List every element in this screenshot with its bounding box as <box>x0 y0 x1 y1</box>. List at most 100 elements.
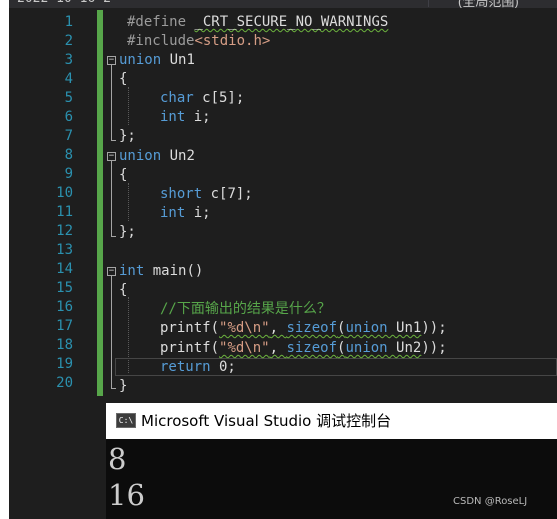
file-tab-label: 2022-10-16-2 <box>17 0 111 6</box>
change-tracking-bar <box>97 10 103 396</box>
keyword: int <box>119 263 145 279</box>
identifier: i; <box>185 109 211 125</box>
function-call: printf( <box>160 320 220 336</box>
line-number: 8 <box>64 147 73 163</box>
line-number: 7 <box>64 128 73 144</box>
line-number: 12 <box>56 223 73 239</box>
indent-guide <box>128 87 129 125</box>
keyword: union <box>345 320 388 336</box>
fold-end-mark <box>111 140 116 141</box>
keyword: sizeof <box>286 340 338 356</box>
code-line-10[interactable]: short c[7]; <box>160 185 253 204</box>
console-title-bar[interactable]: C:\ Microsoft Visual Studio 调试控制台 <box>106 403 557 439</box>
file-tab[interactable]: 2022-10-16-2 <box>9 0 429 7</box>
preprocessor-directive: #include <box>127 33 195 49</box>
line-number: 5 <box>64 90 73 106</box>
code-line-12[interactable]: }; <box>119 223 136 242</box>
code-line-4[interactable]: { <box>119 70 127 89</box>
line-number: 18 <box>56 337 73 353</box>
code-line-5[interactable]: char c[5]; <box>160 89 244 108</box>
line-number: 13 <box>56 242 73 258</box>
code-line-6[interactable]: int i; <box>160 108 211 127</box>
function-call: printf( <box>160 340 220 356</box>
brace: { <box>119 167 128 183</box>
code-line-11[interactable]: int i; <box>160 204 211 223</box>
console-app-icon: C:\ <box>116 413 136 428</box>
line-number: 1 <box>64 14 73 30</box>
code-line-2[interactable]: #include<stdio.h> <box>119 32 270 51</box>
code-line-17[interactable]: printf("%d\n", sizeof(union Un1)); <box>160 319 447 338</box>
line-number: 14 <box>56 261 73 277</box>
line-number: 15 <box>56 280 73 296</box>
indent-guide <box>128 183 129 221</box>
macro-name: _CRT_SECURE_NO_WARNINGS <box>194 14 389 30</box>
identifier: Un2 <box>387 340 422 356</box>
code-line-15[interactable]: { <box>119 281 127 300</box>
line-number: 4 <box>64 71 73 87</box>
code-line-3[interactable]: union Un1 <box>119 51 195 70</box>
collapse-icon[interactable]: − <box>107 267 116 276</box>
fold-end-mark <box>111 388 116 389</box>
collapse-icon[interactable]: − <box>107 56 116 65</box>
scope-dropdown[interactable]: (全局范围) <box>430 0 557 8</box>
code-line-20[interactable]: } <box>119 377 127 396</box>
line-number: 11 <box>56 204 73 220</box>
line-number: 3 <box>64 52 73 68</box>
fold-guide-line <box>111 65 112 140</box>
identifier: Un1 <box>387 320 422 336</box>
keyword: short <box>160 186 203 202</box>
keyword: return <box>160 359 211 375</box>
keyword: union <box>119 52 162 68</box>
line-number: 17 <box>56 318 73 334</box>
line-number-gutter: 1 2 3 4 5 6 7 8 9 10 11 12 13 14 15 16 1… <box>9 10 105 519</box>
brace: } <box>119 378 128 394</box>
code-editor-window: 2022-10-16-2 (全局范围) 1 2 3 4 5 6 7 8 9 10… <box>9 0 557 519</box>
include-path: <stdio.h> <box>194 33 271 49</box>
format-string: "%d\n" <box>219 320 270 336</box>
comment: //下面输出的结果是什么？ <box>160 301 331 317</box>
collapse-icon[interactable]: − <box>107 152 116 161</box>
line-number: 19 <box>56 356 73 372</box>
fold-guide-line <box>111 276 112 388</box>
identifier: c[7]; <box>202 186 253 202</box>
punctuation: )); <box>421 340 447 356</box>
keyword: char <box>160 90 194 106</box>
code-line-18[interactable]: printf("%d\n", sizeof(union Un2)); <box>160 339 447 358</box>
code-line-14[interactable]: int main() <box>119 262 203 281</box>
code-line-1[interactable]: #define _CRT_SECURE_NO_WARNINGS <box>119 13 388 32</box>
keyword: union <box>119 148 162 164</box>
keyword: sizeof <box>286 320 338 336</box>
fold-end-mark <box>111 236 116 237</box>
identifier: main() <box>144 263 204 279</box>
fold-guide-line <box>111 161 112 236</box>
keyword: union <box>345 340 388 356</box>
code-line-19[interactable]: return 0; <box>160 358 236 377</box>
line-number: 9 <box>64 166 73 182</box>
watermark: CSDN @RoseLJ <box>453 496 528 507</box>
console-output-line: 16 <box>108 478 145 512</box>
code-line-8[interactable]: union Un2 <box>119 147 195 166</box>
identifier: c[5]; <box>193 90 245 106</box>
code-line-7[interactable]: }; <box>119 127 136 146</box>
editor-tab-bar: 2022-10-16-2 (全局范围) <box>9 0 557 8</box>
brace: { <box>119 282 128 298</box>
code-line-16[interactable]: //下面输出的结果是什么？ <box>160 300 331 319</box>
identifier: Un1 <box>161 52 195 68</box>
scope-dropdown-label: (全局范围) <box>458 0 519 8</box>
console-output-line: 8 <box>108 442 127 476</box>
punctuation: , <box>269 320 287 336</box>
line-number: 20 <box>56 375 73 391</box>
keyword: int <box>160 109 186 125</box>
punctuation: , <box>269 340 287 356</box>
line-number: 16 <box>56 299 73 315</box>
format-string: "%d\n" <box>219 340 270 356</box>
code-line-9[interactable]: { <box>119 166 127 185</box>
identifier: i; <box>185 205 211 221</box>
brace: { <box>119 71 128 87</box>
identifier: Un2 <box>161 148 195 164</box>
punctuation: )); <box>421 320 447 336</box>
brace: }; <box>119 128 136 144</box>
preprocessor-directive: #define <box>127 14 195 30</box>
keyword: int <box>160 205 186 221</box>
identifier: 0; <box>210 359 236 375</box>
